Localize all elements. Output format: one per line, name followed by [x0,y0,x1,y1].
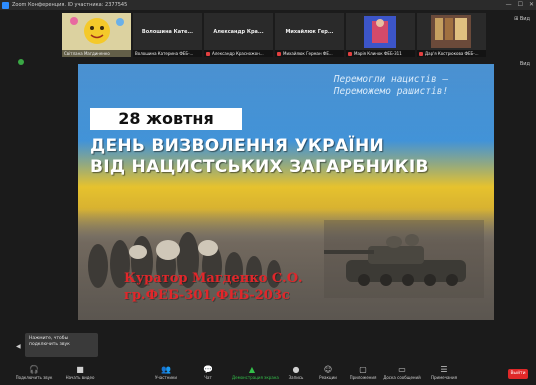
chat-button[interactable]: 💬 Чат [188,365,228,381]
title-bar: Zoom Конференция. ID участника: 2377545 … [0,0,536,10]
tank-illustration [324,220,484,298]
mic-muted-icon [206,52,210,56]
leave-meeting-button[interactable]: Выйти [508,369,528,379]
participant-tile[interactable]: Михайлюк Гер... Михайлюк Герман ФЕ... [275,13,344,57]
window-controls: — ☐ ✕ [506,1,534,9]
view-button-secondary[interactable]: Вид [520,61,530,67]
avatar [70,17,124,44]
whiteboard-button[interactable]: ▭ Доска сообщений [382,365,422,381]
view-button[interactable]: ⊞ Вид [514,16,530,22]
join-audio-tooltip: Нажмите, чтобы подключить звук [25,333,98,357]
security-shield-icon[interactable] [18,59,24,65]
slide-date: 28 жовтня [118,109,214,128]
chat-icon: 💬 [203,365,213,374]
slide-headline: ДЕНЬ ВИЗВОЛЕННЯ УКРАЇНИ ВІД НАЦИСТСЬКИХ … [90,136,429,177]
notes-icon: ☰ [440,365,448,374]
participant-tile[interactable]: Волошина Кате... Волошина Катерина ФЕБ-.… [133,13,202,57]
headphones-icon: 🎧 [29,365,39,374]
participant-name: Дар'я Кострюкова ФЕБ-... [417,50,486,57]
share-screen-button[interactable]: ▲ Демонстрация экрана [232,365,279,381]
minimize-button[interactable]: — [506,1,512,9]
mic-muted-icon [348,52,352,56]
window-title: Zoom Конференция. ID участника: 2377545 [12,2,128,8]
mic-muted-icon [419,52,423,56]
participant-tile[interactable]: Світлана Магдиненко [62,13,131,57]
participants-icon: 👥 [161,365,171,374]
slide-credit: Куратор Магденко С.О. гр.ФЕБ-301,ФЕБ-203… [124,271,303,303]
apps-button[interactable]: ▢ Приложения [343,365,383,381]
apps-icon: ▢ [359,365,367,374]
zoom-logo-icon [2,1,9,9]
participant-display-name: Волошина Кате... [141,29,194,35]
participant-photo [431,15,471,48]
participant-name: Михайлюк Герман ФЕ... [275,50,344,57]
participants-button[interactable]: 👥 Участники [146,365,186,381]
participant-name: Марія Клинок ФЕБ-311 [346,50,415,57]
whiteboard-icon: ▭ [398,365,406,374]
notes-button[interactable]: ☰ Примечания [424,365,464,381]
participant-photo [364,16,396,48]
maximize-button[interactable]: ☐ [518,1,523,9]
slide-quote: Перемогли нацистів – Переможемо рашистів… [333,74,449,97]
start-video-button[interactable]: ■ Начать видео [60,365,100,381]
shared-screen-slide: Перемогли нацистів – Переможемо рашистів… [78,64,494,320]
video-camera-icon: ■ [76,365,84,374]
participant-name: Світлана Магдиненко [62,50,131,57]
zoom-window: Zoom Конференция. ID участника: 2377545 … [0,0,536,385]
mic-muted-icon [277,52,281,56]
reactions-button[interactable]: ☺ Реакции [308,365,348,381]
participant-strip: Світлана Магдиненко Волошина Кате... Вол… [62,13,486,57]
share-screen-icon: ▲ [248,365,256,374]
participant-display-name: Александр Кра... [213,29,264,35]
participant-name: Волошина Катерина ФЕБ-... [133,50,202,57]
participant-tile[interactable]: Александр Кра... Александр Красножон... [204,13,273,57]
join-audio-button[interactable]: 🎧 Подключить звук [14,365,54,381]
audio-level-icon: ◀︎ [16,343,21,350]
reactions-icon: ☺ [323,365,333,374]
participant-tile[interactable]: Марія Клинок ФЕБ-311 [346,13,415,57]
close-button[interactable]: ✕ [529,1,534,9]
participant-tile[interactable]: Дар'я Кострюкова ФЕБ-... [417,13,486,57]
meeting-toolbar: 🎧 Подключить звук ■ Начать видео 👥 Участ… [0,364,536,385]
participant-name: Александр Красножон... [204,50,273,57]
participant-display-name: Михайлюк Гер... [285,29,334,35]
